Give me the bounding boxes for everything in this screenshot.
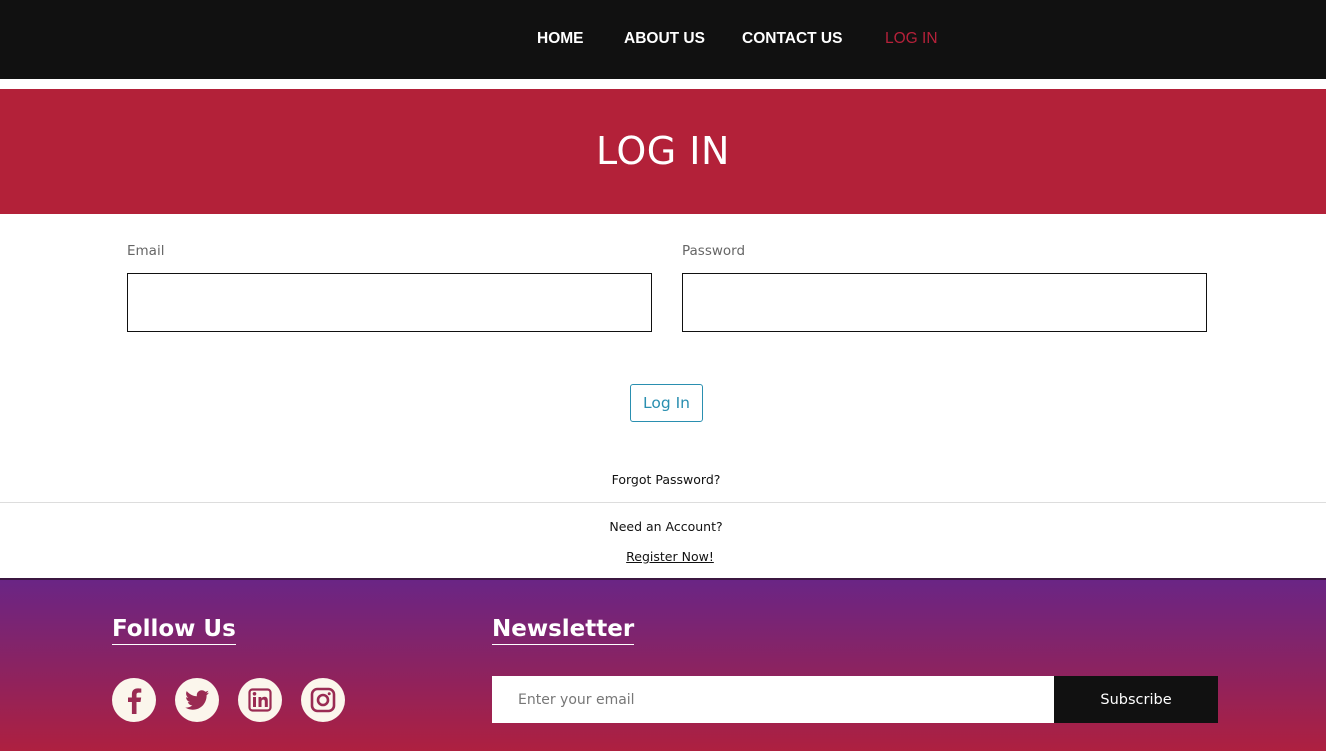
nav-about-us-link[interactable]: ABOUT US (624, 0, 705, 79)
section-divider (0, 502, 1326, 503)
need-account-text: Need an Account? (609, 519, 723, 534)
site-footer: Follow Us Newsletter Subscribe (0, 578, 1326, 751)
facebook-icon[interactable] (112, 678, 156, 722)
nav-log-in-link[interactable]: LOG IN (885, 0, 938, 79)
password-label: Password (682, 243, 746, 259)
log-in-button[interactable]: Log In (630, 384, 703, 422)
twitter-icon[interactable] (175, 678, 219, 722)
register-link: Register Now! (0, 549, 1326, 564)
instagram-icon[interactable] (301, 678, 345, 722)
newsletter-heading: Newsletter (492, 616, 635, 645)
nav-home-link[interactable]: HOME (537, 0, 584, 79)
password-field[interactable] (682, 273, 1207, 332)
newsletter-email-input[interactable] (492, 676, 1054, 723)
page-title: LOG IN (596, 129, 730, 173)
email-label: Email (127, 243, 165, 259)
forgot-password-link: Forgot Password? (0, 472, 1326, 487)
linkedin-icon[interactable] (238, 678, 282, 722)
forgot-password-link-text[interactable]: Forgot Password? (612, 472, 721, 487)
email-field[interactable] (127, 273, 652, 332)
register-now-link-text[interactable]: Register Now! (626, 549, 714, 564)
top-navigation-bar: HOME ABOUT US CONTACT US LOG IN (0, 0, 1326, 79)
page-header-banner: LOG IN (0, 89, 1326, 214)
subscribe-button[interactable]: Subscribe (1054, 676, 1218, 723)
nav-contact-us-link[interactable]: CONTACT US (742, 0, 842, 79)
follow-us-heading: Follow Us (112, 616, 236, 645)
